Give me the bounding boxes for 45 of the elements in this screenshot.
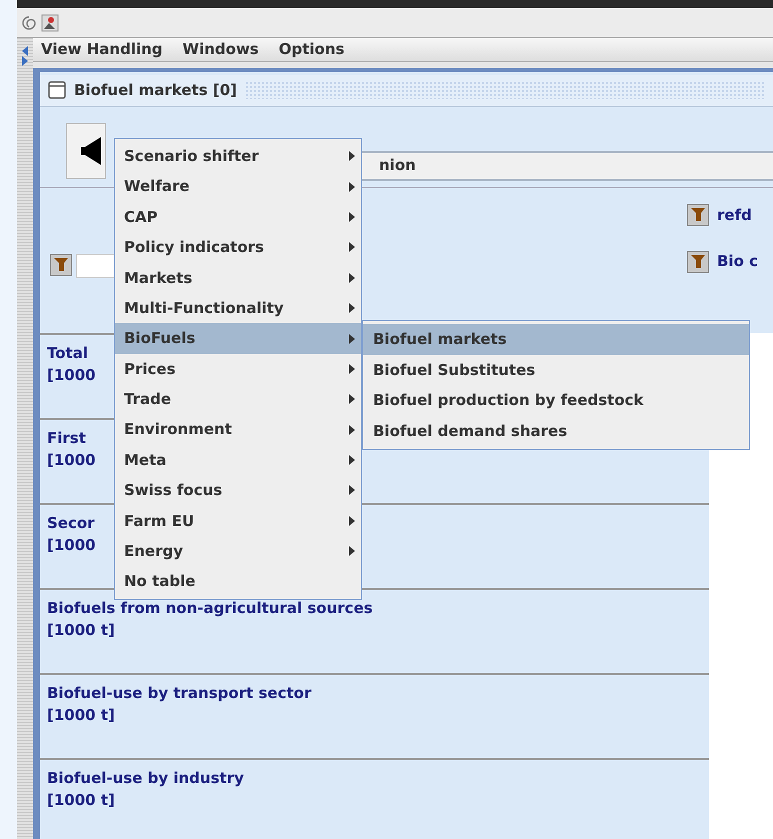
row-title: First xyxy=(47,428,86,448)
row-title: Biofuel-use by industry xyxy=(47,768,244,788)
menu-item[interactable]: Policy indicators xyxy=(115,232,361,263)
menu-item[interactable]: No table xyxy=(115,566,361,597)
row-unit: [1000 t] xyxy=(47,790,115,811)
menu-item[interactable]: Markets xyxy=(115,262,361,293)
filter-icon[interactable] xyxy=(687,250,709,272)
row-unit: [1000 xyxy=(47,365,96,386)
row-title: Biofuel-use by transport sector xyxy=(47,682,312,704)
app-icon[interactable] xyxy=(41,14,59,32)
menu-title[interactable]: Options xyxy=(278,38,344,60)
row-unit: [1000 xyxy=(47,450,96,471)
row-title: Secor xyxy=(47,512,95,534)
menu-item[interactable]: Prices xyxy=(115,354,361,384)
link[interactable]: Bio c xyxy=(717,250,758,272)
menu-item[interactable]: Biofuel production by feedstock xyxy=(363,385,749,416)
table-icon xyxy=(48,81,66,99)
menu-item[interactable]: BioFuels xyxy=(115,323,361,354)
right-arrow-icon[interactable] xyxy=(21,56,29,66)
menu-item[interactable]: Biofuel demand shares xyxy=(363,416,749,446)
left-arrow-icon[interactable] xyxy=(21,46,29,56)
row-title: Total xyxy=(47,342,88,364)
menu-item[interactable]: Trade xyxy=(115,384,361,415)
speaker-button[interactable] xyxy=(66,122,106,178)
menu-item[interactable]: Meta xyxy=(115,444,361,476)
menu-item[interactable]: Environment xyxy=(115,414,361,445)
speaker-icon xyxy=(81,136,101,164)
menu-item[interactable]: Multi-Functionality xyxy=(115,292,361,324)
row-unit: [1000 xyxy=(47,535,96,556)
row-unit: [1000 t] xyxy=(47,705,115,726)
menu-item[interactable]: Biofuel Substitutes xyxy=(363,354,749,385)
link[interactable]: refd xyxy=(717,204,752,226)
menu-title[interactable]: View Handling xyxy=(41,38,163,60)
menu-item[interactable]: Swiss focus xyxy=(115,475,361,506)
filter-icon[interactable] xyxy=(687,204,709,226)
menu-item[interactable]: Biofuel markets xyxy=(363,324,749,354)
spiral-icon[interactable] xyxy=(21,14,37,30)
menu-item[interactable]: Energy xyxy=(115,536,361,566)
filter-icon[interactable] xyxy=(50,254,72,276)
row-unit: [1000 t] xyxy=(47,620,115,641)
menu-item[interactable]: Farm EU xyxy=(115,506,361,536)
menu-item[interactable]: CAP xyxy=(115,202,361,232)
row-title: Biofuels from non-agricultural sources xyxy=(47,598,373,618)
menu-title[interactable]: Windows xyxy=(182,38,259,60)
frame-title: Biofuel markets [0] xyxy=(74,80,237,101)
